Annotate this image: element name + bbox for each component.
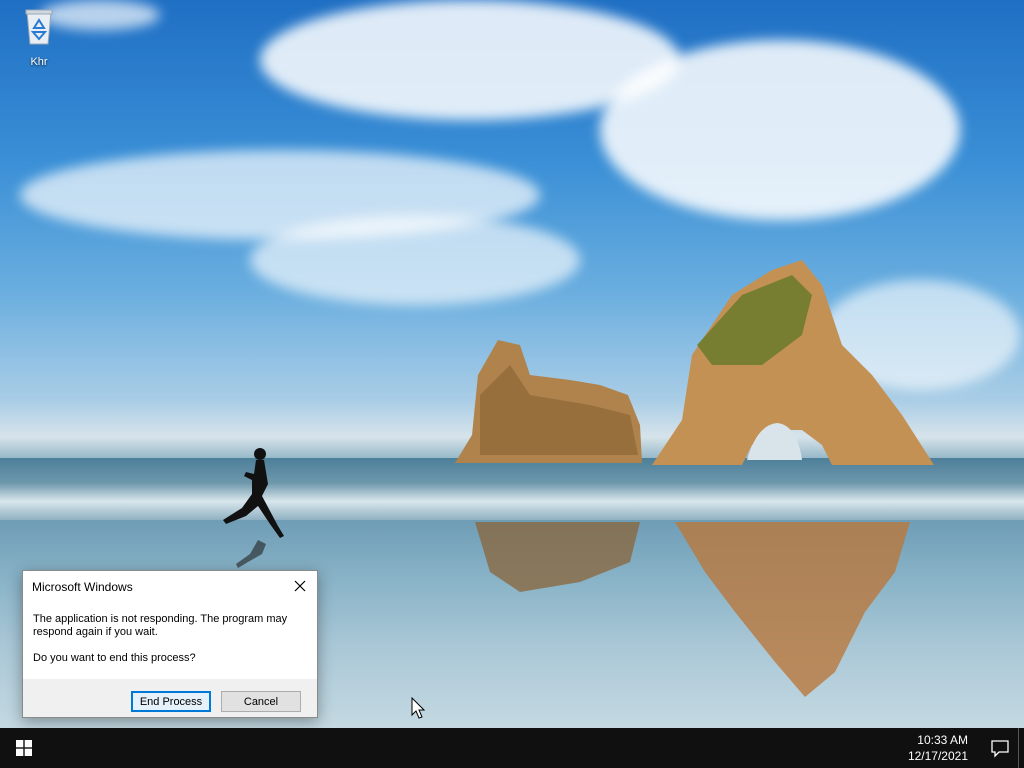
action-center-button[interactable]	[990, 738, 1010, 758]
arch-sea-stack	[652, 260, 934, 465]
mouse-cursor-icon	[411, 697, 425, 719]
taskbar: 10:33 AM 12/17/2021	[0, 728, 1024, 768]
not-responding-dialog: Microsoft Windows The application is not…	[22, 570, 318, 718]
dialog-question: Do you want to end this process?	[33, 652, 196, 664]
small-sea-stack	[455, 340, 642, 463]
action-center-icon	[991, 740, 1009, 758]
dialog-footer: End Process Cancel	[23, 679, 317, 717]
sea	[0, 458, 1024, 520]
windows-logo-icon	[16, 740, 32, 756]
end-process-button[interactable]: End Process	[131, 691, 211, 712]
close-icon	[294, 580, 306, 592]
clock-time: 10:33 AM	[917, 733, 968, 747]
recycle-bin-icon	[19, 6, 59, 46]
rock-reflection	[475, 522, 640, 592]
dialog-titlebar[interactable]: Microsoft Windows	[23, 571, 317, 601]
runner-silhouette	[223, 448, 284, 568]
arch-reflection	[675, 522, 910, 697]
dialog-close-button[interactable]	[283, 571, 317, 601]
dialog-body: The application is not responding. The p…	[23, 601, 317, 679]
desktop-icon-label: Khr	[30, 56, 48, 68]
show-desktop-button[interactable]	[1018, 728, 1024, 768]
start-button[interactable]	[0, 728, 48, 768]
desktop-icon-recycle-bin[interactable]: Khr	[10, 6, 68, 68]
dialog-title: Microsoft Windows	[32, 580, 133, 594]
clock-date: 12/17/2021	[907, 749, 968, 763]
cancel-button[interactable]: Cancel	[221, 691, 301, 712]
cloud	[600, 40, 960, 220]
taskbar-clock[interactable]: 10:33 AM 12/17/2021	[908, 732, 968, 764]
cloud	[250, 215, 580, 305]
dialog-message: The application is not responding. The p…	[33, 613, 288, 638]
